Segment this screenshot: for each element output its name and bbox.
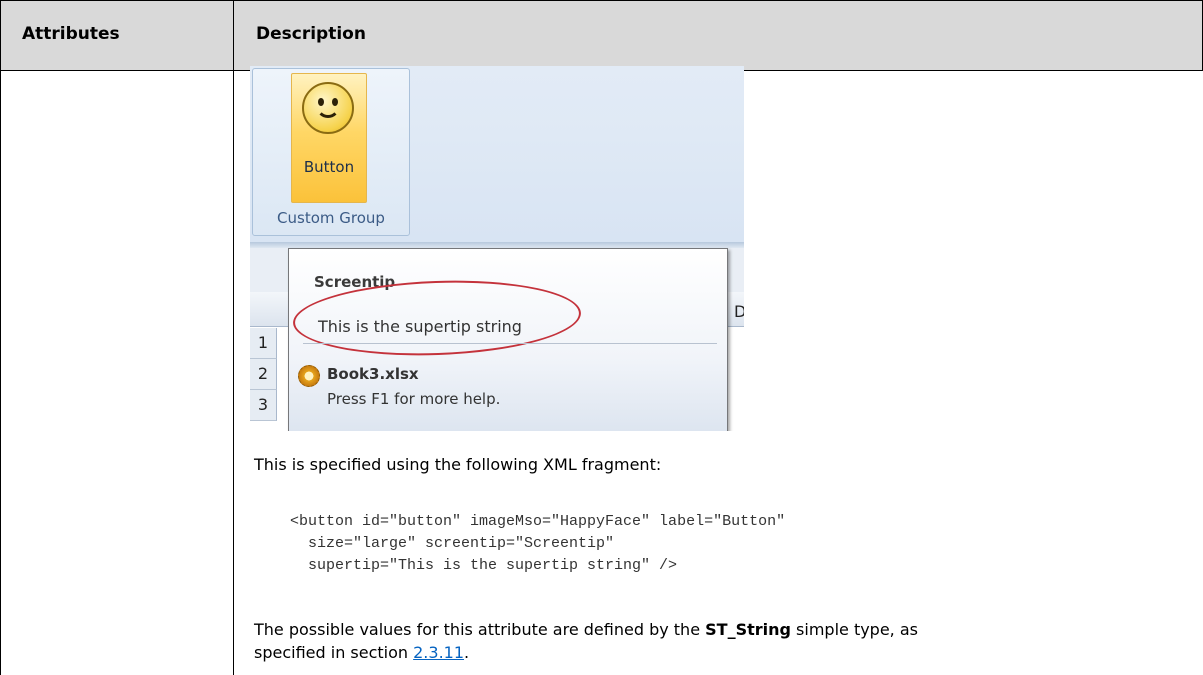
group-label: Custom Group: [277, 209, 385, 227]
table-border-left: [0, 0, 1, 675]
possible-values-prefix: The possible values for this attribute a…: [254, 620, 706, 639]
intro-text: This is specified using the following XM…: [254, 455, 662, 474]
custom-group-box: Button Custom Group: [252, 68, 410, 236]
supertip-tooltip: Screentip This is the supertip string Bo…: [288, 248, 728, 431]
table-border-top: [0, 0, 1203, 1]
row-header-1: 1: [250, 328, 277, 359]
column-header-d: D: [734, 302, 744, 321]
help-gear-icon: [298, 365, 320, 387]
possible-values-suffix: simple type, as: [790, 620, 918, 639]
section-suffix: .: [464, 643, 470, 662]
code-line-1: <button id="button" imageMso="HappyFace"…: [290, 513, 786, 530]
tooltip-separator: [303, 343, 717, 344]
smile: [316, 104, 340, 118]
row-header-2: 2: [250, 359, 277, 390]
code-line-3: supertip="This is the supertip string" /…: [290, 557, 678, 574]
code-line-2: size="large" screentip="Screentip": [290, 535, 615, 552]
tooltip-supertip: This is the supertip string: [318, 317, 522, 336]
header-description: Description: [256, 24, 366, 44]
header-attributes: Attributes: [22, 24, 120, 44]
table-column-divider: [233, 0, 234, 675]
section-prefix: specified in section: [254, 643, 414, 662]
section-link[interactable]: 2.3.11: [413, 643, 464, 662]
ribbon-button[interactable]: Button: [291, 73, 367, 203]
ribbon-area: Button Custom Group: [250, 66, 744, 242]
type-name: ST_String: [705, 620, 791, 639]
table-header-row: [1, 1, 1202, 70]
tooltip-help-text: Press F1 for more help.: [327, 390, 501, 408]
ribbon-screenshot-figure: Button Custom Group D 1 2 3 Screentip Th…: [250, 66, 744, 431]
tooltip-file-name: Book3.xlsx: [327, 365, 419, 383]
happy-face-icon: [302, 82, 354, 134]
ribbon-button-label: Button: [303, 158, 355, 176]
row-header-3: 3: [250, 390, 277, 421]
section-reference-text: specified in section 2.3.11.: [254, 643, 469, 662]
possible-values-text: The possible values for this attribute a…: [254, 620, 918, 639]
